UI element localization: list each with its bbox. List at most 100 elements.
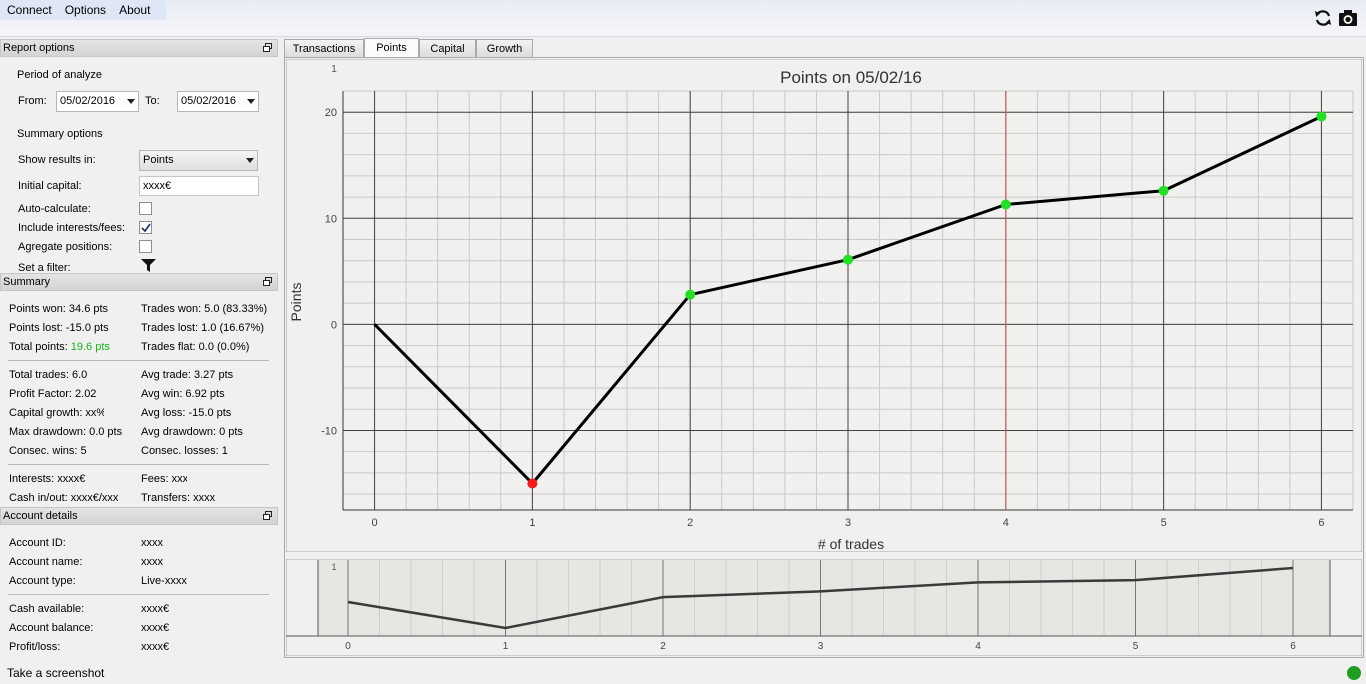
account-details-header: Account details xyxy=(0,507,278,525)
x-tick-label: 3 xyxy=(818,641,824,652)
menu-strip: Connect Options About xyxy=(0,0,166,20)
points-won: Points won: 34.6 pts xyxy=(9,303,109,315)
avg-win: Avg win: 6.92 pts xyxy=(141,388,225,400)
x-tick-label: 2 xyxy=(687,517,693,529)
total-points: Total points: 19.6 pts xyxy=(9,341,110,353)
summary-options-label: Summary options xyxy=(17,128,103,140)
y-tick-label: 20 xyxy=(325,107,337,119)
to-date-picker[interactable]: 05/02/2016 xyxy=(177,91,259,112)
data-point xyxy=(1000,199,1011,210)
fees: Fees: xxx xyxy=(141,473,187,485)
show-results-select[interactable]: Points xyxy=(139,150,258,171)
data-point xyxy=(1158,185,1169,196)
consec-wins: Consec. wins: 5 xyxy=(9,445,87,457)
aggregate-checkbox[interactable] xyxy=(139,240,152,253)
menu-options[interactable]: Options xyxy=(58,0,112,20)
auto-calculate-label: Auto-calculate: xyxy=(18,203,91,215)
screenshot-button[interactable] xyxy=(1338,8,1358,28)
divider xyxy=(8,594,269,595)
show-results-label: Show results in: xyxy=(18,154,96,166)
x-tick-label: 4 xyxy=(1003,517,1009,529)
menu-about[interactable]: About xyxy=(112,0,156,20)
avg-drawdown: Avg drawdown: 0 pts xyxy=(141,426,243,438)
cash-available-label: Cash available: xyxy=(9,603,85,615)
x-tick-label: 6 xyxy=(1290,641,1296,652)
aggregate-label: Agregate positions: xyxy=(18,241,113,253)
overview-corner-label: 1 xyxy=(331,562,336,572)
undock-icon[interactable] xyxy=(263,43,272,52)
x-tick-label: 2 xyxy=(660,641,666,652)
cash-available-value: xxxx€ xyxy=(141,603,170,615)
y-axis-label: Points xyxy=(288,283,304,322)
refresh-button[interactable] xyxy=(1313,8,1333,28)
chart-corner-label: 1 xyxy=(331,64,337,75)
refresh-icon xyxy=(1315,10,1331,26)
chevron-down-icon xyxy=(127,99,135,104)
to-label: To: xyxy=(145,95,160,107)
total-points-label: Total points: xyxy=(9,341,68,353)
account-name-label: Account name: xyxy=(9,556,83,568)
trades-flat: Trades flat: 0.0 (0.0%) xyxy=(141,341,250,353)
include-fees-checkbox[interactable] xyxy=(139,221,152,234)
points-lost: Points lost: -15.0 pts xyxy=(9,322,109,334)
show-results-value: Points xyxy=(143,154,174,166)
trades-won: Trades won: 5.0 (83.33%) xyxy=(141,303,268,315)
profit-factor: Profit Factor: 2.02 xyxy=(9,388,97,400)
y-tick-label: 0 xyxy=(331,319,337,331)
x-tick-label: 5 xyxy=(1133,641,1139,652)
from-date-value: 05/02/2016 xyxy=(60,95,116,107)
overview-selection xyxy=(318,560,1330,636)
x-tick-label: 1 xyxy=(529,517,535,529)
data-point xyxy=(685,289,696,300)
x-tick-label: 6 xyxy=(1318,517,1324,529)
summary-header: Summary xyxy=(0,273,278,291)
undock-icon[interactable] xyxy=(263,277,272,286)
initial-capital-label: Initial capital: xyxy=(18,180,82,192)
tab-points[interactable]: Points xyxy=(364,38,419,58)
menu-connect[interactable]: Connect xyxy=(0,0,58,20)
consec-losses: Consec. losses: 1 xyxy=(141,445,228,457)
max-drawdown: Max drawdown: 0.0 pts xyxy=(9,426,123,438)
checkmark-icon xyxy=(141,223,151,233)
x-tick-label: 0 xyxy=(372,517,378,529)
account-name-value: xxxx xyxy=(141,556,163,568)
divider xyxy=(8,464,269,465)
summary-title: Summary xyxy=(3,276,51,288)
interests: Interests: xxxx€ xyxy=(9,473,86,485)
tab-transactions[interactable]: Transactions xyxy=(284,39,364,58)
chart-title: Points on 05/02/16 xyxy=(780,68,922,87)
filter-icon[interactable] xyxy=(141,259,156,272)
to-date-value: 05/02/2016 xyxy=(181,95,237,107)
tab-growth[interactable]: Growth xyxy=(476,39,533,58)
chevron-down-icon xyxy=(247,99,255,104)
profit-loss-value: xxxx€ xyxy=(141,641,170,653)
trades-lost: Trades lost: 1.0 (16.67%) xyxy=(141,322,265,334)
status-text: Take a screenshot xyxy=(7,666,105,680)
connection-status-indicator xyxy=(1347,666,1361,680)
points-chart[interactable]: Points on 05/02/16 1 # of trades Points … xyxy=(286,59,1362,552)
x-tick-label: 1 xyxy=(503,641,509,652)
divider xyxy=(8,360,269,361)
from-date-picker[interactable]: 05/02/2016 xyxy=(56,91,139,112)
x-tick-label: 4 xyxy=(975,641,981,652)
include-fees-label: Include interests/fees: xyxy=(18,222,126,234)
account-type-label: Account type: xyxy=(9,575,76,587)
undock-icon[interactable] xyxy=(263,511,272,520)
menu-bar: Connect Options About xyxy=(0,0,1366,37)
period-label: Period of analyze xyxy=(17,69,102,81)
auto-calculate-checkbox[interactable] xyxy=(139,202,152,215)
total-trades: Total trades: 6.0 xyxy=(9,369,88,381)
y-tick-label: 10 xyxy=(325,213,337,225)
x-tick-label: 5 xyxy=(1161,517,1167,529)
account-details-title: Account details xyxy=(3,510,78,522)
avg-trade: Avg trade: 3.27 pts xyxy=(141,369,234,381)
initial-capital-input[interactable]: xxxx€ xyxy=(139,176,259,196)
report-options-header: Report options xyxy=(0,39,278,57)
x-axis-label: # of trades xyxy=(818,536,884,552)
tab-capital[interactable]: Capital xyxy=(419,39,476,58)
account-id-label: Account ID: xyxy=(9,537,66,549)
overview-chart[interactable]: 0 1 2 3 4 5 6 1 xyxy=(286,559,1362,656)
cash-inout: Cash in/out: xxxx€/xxx xyxy=(9,492,119,504)
capital-growth: Capital growth: xx% xyxy=(9,407,104,419)
transfers: Transfers: xxxx xyxy=(141,492,216,504)
